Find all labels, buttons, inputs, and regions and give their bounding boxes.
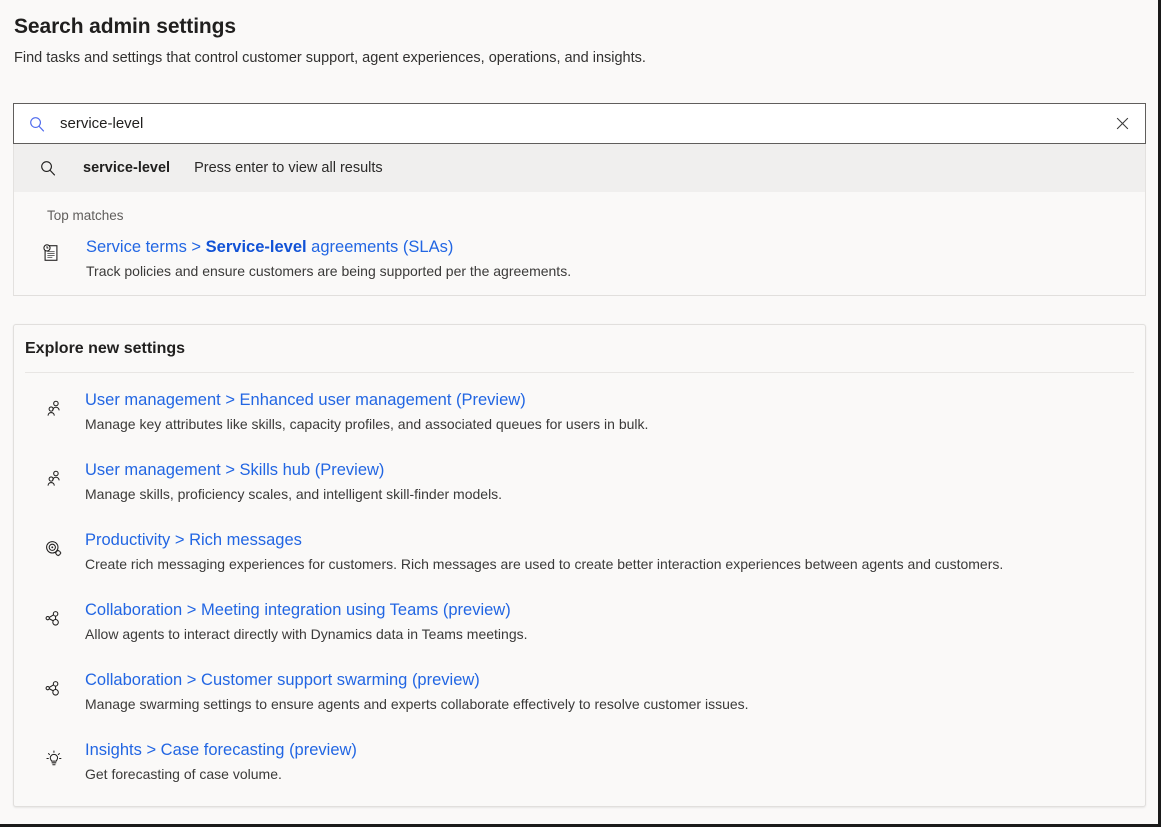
explore-item-description: Create rich messaging experiences for cu… xyxy=(85,554,1003,574)
explore-item-text: Insights > Case forecasting (preview) Ge… xyxy=(85,739,357,784)
explore-item-text: User management > Skills hub (Preview) M… xyxy=(85,459,502,504)
search-box[interactable] xyxy=(13,103,1146,144)
explore-item-rich-messages[interactable]: Productivity > Rich messages Create rich… xyxy=(14,529,1145,574)
top-match-prefix: Service terms > xyxy=(86,238,206,256)
search-suggestions-panel: service-level Press enter to view all re… xyxy=(13,144,1146,296)
suggestion-term: service-level xyxy=(83,160,170,176)
explore-item-description: Manage key attributes like skills, capac… xyxy=(85,414,648,434)
top-match-description: Track policies and ensure customers are … xyxy=(86,261,571,281)
explore-item-link[interactable]: Collaboration > Customer support swarmin… xyxy=(85,669,749,691)
search-input[interactable] xyxy=(48,104,1109,143)
explore-item-text: User management > Enhanced user manageme… xyxy=(85,389,648,434)
explore-new-settings-panel: Explore new settings User management > E… xyxy=(13,324,1146,807)
explore-item-customer-support-swarming[interactable]: Collaboration > Customer support swarmin… xyxy=(14,669,1145,714)
search-icon xyxy=(26,113,48,135)
suggestion-row[interactable]: service-level Press enter to view all re… xyxy=(14,144,1145,192)
explore-item-link[interactable]: Collaboration > Meeting integration usin… xyxy=(85,599,528,621)
explore-item-meeting-integration[interactable]: Collaboration > Meeting integration usin… xyxy=(14,599,1145,644)
explore-item-description: Manage swarming settings to ensure agent… xyxy=(85,694,749,714)
explore-item-description: Allow agents to interact directly with D… xyxy=(85,624,528,644)
target-settings-icon xyxy=(40,535,66,561)
explore-item-link[interactable]: Insights > Case forecasting (preview) xyxy=(85,739,357,761)
top-match-suffix: agreements (SLAs) xyxy=(307,238,454,256)
explore-item-text: Productivity > Rich messages Create rich… xyxy=(85,529,1003,574)
people-icon xyxy=(40,465,66,491)
explore-item-description: Manage skills, proficiency scales, and i… xyxy=(85,484,502,504)
explore-items-list: User management > Enhanced user manageme… xyxy=(14,373,1145,806)
page-title: Search admin settings xyxy=(14,14,1158,40)
explore-item-text: Collaboration > Meeting integration usin… xyxy=(85,599,528,644)
suggestion-hint: Press enter to view all results xyxy=(194,160,383,176)
document-clock-icon xyxy=(38,240,64,266)
share-nodes-icon xyxy=(40,605,66,631)
top-matches-label: Top matches xyxy=(14,208,1145,223)
search-area: service-level Press enter to view all re… xyxy=(13,103,1146,296)
explore-item-enhanced-user-management[interactable]: User management > Enhanced user manageme… xyxy=(14,389,1145,434)
lightbulb-icon xyxy=(40,745,66,771)
top-matches-block: Top matches Se xyxy=(14,192,1145,295)
explore-item-text: Collaboration > Customer support swarmin… xyxy=(85,669,749,714)
explore-item-description: Get forecasting of case volume. xyxy=(85,764,357,784)
page-header: Search admin settings Find tasks and set… xyxy=(0,0,1158,68)
search-admin-settings-page: Search admin settings Find tasks and set… xyxy=(0,0,1161,827)
close-icon[interactable] xyxy=(1109,111,1135,137)
top-match-title: Service terms > Service-level agreements… xyxy=(86,238,453,256)
explore-item-skills-hub[interactable]: User management > Skills hub (Preview) M… xyxy=(14,459,1145,504)
search-icon xyxy=(36,156,60,180)
people-icon xyxy=(40,395,66,421)
top-match-highlight: Service-level xyxy=(206,238,307,256)
top-match-text: Service terms > Service-level agreements… xyxy=(86,236,571,281)
explore-item-case-forecasting[interactable]: Insights > Case forecasting (preview) Ge… xyxy=(14,739,1145,784)
explore-panel-title: Explore new settings xyxy=(14,325,1145,372)
top-match-item[interactable]: Service terms > Service-level agreements… xyxy=(14,236,1145,281)
share-nodes-icon xyxy=(40,675,66,701)
page-subtitle: Find tasks and settings that control cus… xyxy=(14,48,1158,68)
explore-item-link[interactable]: User management > Skills hub (Preview) xyxy=(85,459,502,481)
explore-item-link[interactable]: Productivity > Rich messages xyxy=(85,529,1003,551)
explore-item-link[interactable]: User management > Enhanced user manageme… xyxy=(85,389,648,411)
